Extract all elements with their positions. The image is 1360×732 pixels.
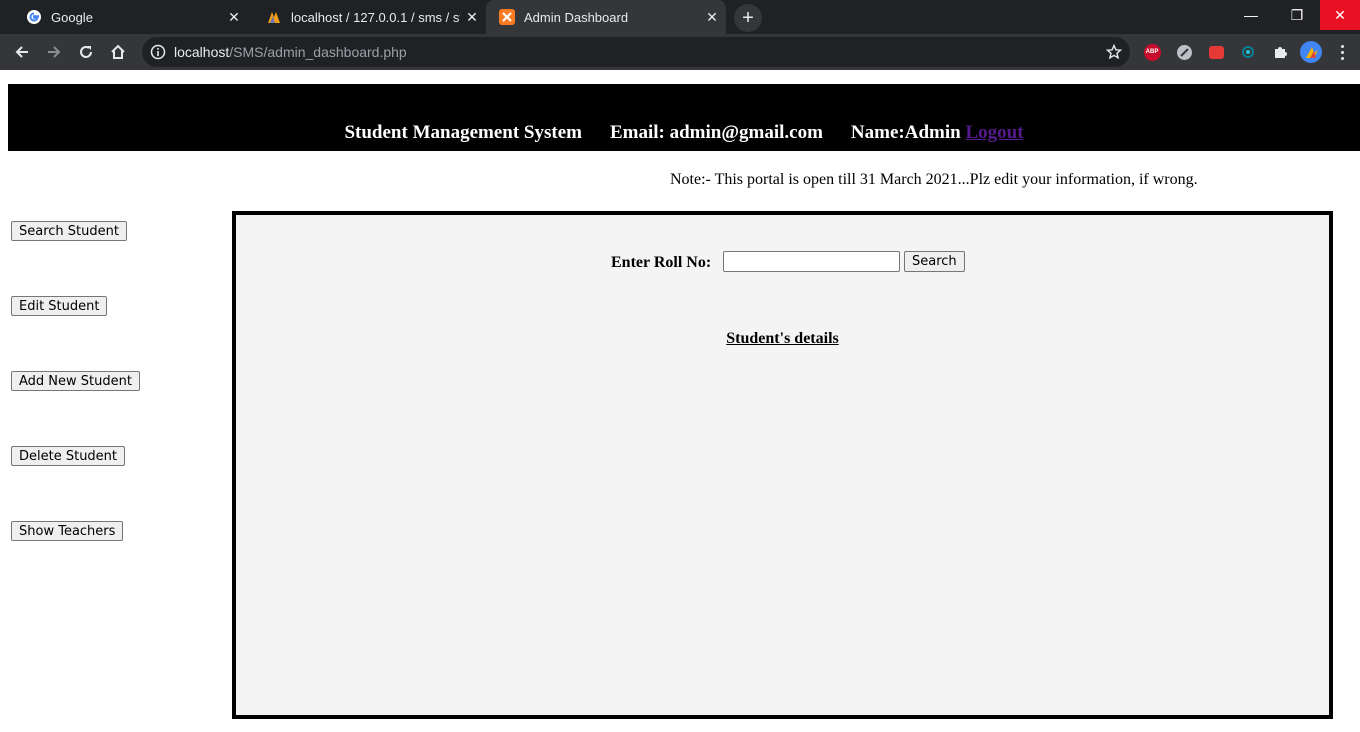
forward-button[interactable] — [40, 38, 68, 66]
new-tab-button[interactable]: + — [734, 4, 762, 32]
page-content: Student Management System Email: admin@gm… — [0, 70, 1360, 732]
main-panel: Enter Roll No: Search Student's details — [232, 211, 1333, 719]
arrow-left-icon — [15, 46, 28, 58]
delete-student-button[interactable]: Delete Student — [11, 446, 126, 466]
search-button[interactable]: Search — [904, 251, 965, 272]
puzzle-extensions-icon[interactable] — [1270, 42, 1290, 62]
tab-title: Admin Dashboard — [524, 9, 629, 25]
reload-icon — [80, 46, 92, 58]
abp-badge: ABP — [1143, 43, 1161, 61]
system-title: Student Management System — [344, 122, 582, 143]
close-tab-icon[interactable]: ✕ — [464, 9, 480, 25]
add-new-student-button[interactable]: Add New Student — [11, 371, 140, 391]
edit-student-button[interactable]: Edit Student — [11, 296, 108, 316]
tab-title: Google — [51, 9, 93, 25]
tab-phpmyadmin[interactable]: localhost / 127.0.0.1 / sms / stude ✕ — [248, 0, 486, 34]
reload-button[interactable] — [72, 38, 100, 66]
show-teachers-button[interactable]: Show Teachers — [11, 521, 124, 541]
browser-menu-icon[interactable] — [1334, 42, 1350, 62]
tab-google[interactable]: Google ✕ — [8, 0, 248, 34]
home-button[interactable] — [104, 38, 132, 66]
profile-avatar[interactable] — [1300, 41, 1322, 63]
xampp-icon — [499, 9, 515, 25]
url-path: /SMS/admin_dashboard.php — [229, 44, 407, 60]
close-tab-icon[interactable]: ✕ — [226, 9, 242, 25]
arrow-right-icon — [48, 46, 61, 58]
student-details-heading: Student's details — [726, 330, 839, 347]
portal-note: Note:- This portal is open till 31 March… — [670, 171, 1198, 188]
minimize-button[interactable]: — — [1228, 0, 1274, 30]
logout-link[interactable]: Logout — [965, 122, 1023, 143]
close-tab-icon[interactable]: ✕ — [704, 9, 720, 25]
admin-name: Name:Admin — [850, 122, 961, 143]
adblock-extension-icon[interactable]: ABP — [1142, 42, 1162, 62]
recorder-extension-icon[interactable] — [1206, 42, 1226, 62]
info-icon[interactable] — [150, 44, 166, 60]
tab-admin-dashboard[interactable]: Admin Dashboard ✕ — [486, 0, 726, 34]
header-line: Student Management System Email: admin@gm… — [8, 122, 1360, 144]
browser-toolbar: localhost/SMS/admin_dashboard.php ABP — [0, 34, 1360, 70]
roll-number-label: Enter Roll No: — [611, 254, 712, 271]
blocker-extension-icon[interactable] — [1174, 42, 1194, 62]
admin-email: Email: admin@gmail.com — [609, 122, 823, 143]
bookmark-star-icon[interactable] — [1106, 44, 1122, 60]
url-host: localhost — [174, 44, 230, 60]
google-icon — [26, 9, 42, 25]
address-url: localhost/SMS/admin_dashboard.php — [174, 44, 407, 60]
phpmyadmin-icon — [266, 9, 282, 25]
home-icon — [111, 44, 125, 59]
roll-number-input[interactable] — [723, 251, 900, 272]
close-window-button[interactable]: ✕ — [1320, 0, 1360, 30]
address-bar[interactable]: localhost/SMS/admin_dashboard.php — [142, 37, 1130, 67]
search-student-button[interactable]: Search Student — [11, 221, 127, 241]
teal-extension-icon[interactable] — [1238, 42, 1258, 62]
site-header: Student Management System Email: admin@gm… — [8, 84, 1360, 151]
tab-title: localhost / 127.0.0.1 / sms / stude — [291, 9, 460, 25]
browser-tabstrip: Google ✕ localhost / 127.0.0.1 / sms / s… — [0, 0, 1360, 34]
restore-button[interactable]: ❐ — [1274, 0, 1320, 30]
back-button[interactable] — [8, 38, 36, 66]
